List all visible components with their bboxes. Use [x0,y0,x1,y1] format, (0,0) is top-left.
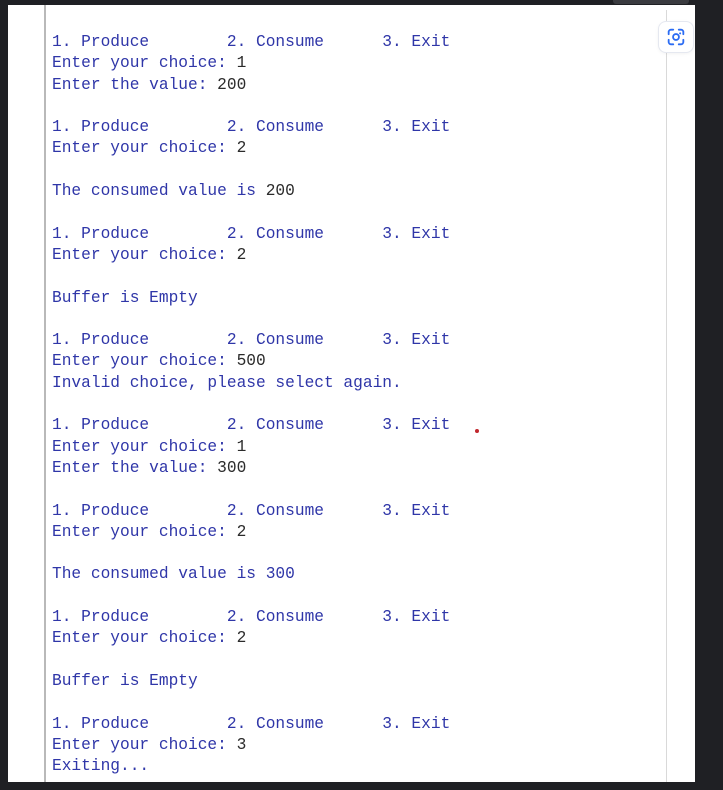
terminal-line: 1. Produce 2. Consume 3. Exit [52,607,450,628]
terminal-line: 1. Produce 2. Consume 3. Exit [52,501,450,522]
terminal-text: Invalid choice, please select again. [52,373,402,392]
terminal-prompt: The consumed value is [52,182,266,201]
terminal-prompt: Enter the value: [52,458,218,477]
terminal-text: 1. Produce 2. Consume 3. Exit [52,224,451,243]
terminal-input-value: 2 [236,139,247,158]
annotation-dot [475,429,479,433]
terminal-input-value: 2 [236,629,247,648]
terminal-line: Enter your choice: 2 [52,628,450,649]
lens-scan-icon [665,26,687,48]
terminal-text: 1. Produce 2. Consume 3. Exit [52,608,451,627]
terminal-line: 1. Produce 2. Consume 3. Exit [52,714,450,735]
terminal-line: Invalid choice, please select again. [52,373,450,394]
terminal-text: 1. Produce 2. Consume 3. Exit [52,501,451,520]
terminal-prompt: Enter the value: [52,75,218,94]
terminal-text: Exiting... [52,757,150,776]
terminal-line: Enter your choice: 500 [52,351,450,372]
terminal-prompt: Enter your choice: [52,54,237,73]
left-gutter-line [44,5,46,782]
terminal-text: 1. Produce 2. Consume 3. Exit [52,714,451,733]
terminal-text: The consumed value is 300 [52,565,295,584]
lens-scan-button[interactable] [659,22,693,52]
terminal-line: 1. Produce 2. Consume 3. Exit [52,117,450,138]
terminal-input-value: 2 [236,245,247,264]
terminal-input-value: 1 [236,54,247,73]
screenshot-frame: 1. Produce 2. Consume 3. Exit Enter your … [0,0,723,790]
terminal-input-value: 2 [236,522,247,541]
terminal-output: 1. Produce 2. Consume 3. Exit Enter your … [52,32,450,777]
terminal-input-value: 200 [265,182,295,201]
terminal-line: Enter the value: 200 [52,75,450,96]
terminal-prompt: Enter your choice: [52,139,237,158]
terminal-input-value: 500 [236,352,266,371]
terminal-prompt: Enter your choice: [52,629,237,648]
terminal-prompt: Enter your choice: [52,522,237,541]
terminal-line: 1. Produce 2. Consume 3. Exit [52,330,450,351]
bottom-dark-band [0,782,723,790]
terminal-input-value: 3 [236,735,247,754]
terminal-line: The consumed value is 200 [52,181,450,202]
terminal-line: Buffer is Empty [52,671,450,692]
terminal-prompt: Enter your choice: [52,352,237,371]
terminal-line: Enter your choice: 2 [52,522,450,543]
console-output-page: 1. Produce 2. Consume 3. Exit Enter your … [8,5,695,782]
terminal-line: Buffer is Empty [52,288,450,309]
terminal-line: Enter your choice: 1 [52,437,450,458]
terminal-text: 1. Produce 2. Consume 3. Exit [52,331,451,350]
terminal-line: 1. Produce 2. Consume 3. Exit [52,32,450,53]
terminal-line: Enter your choice: 1 [52,53,450,74]
terminal-line: 1. Produce 2. Consume 3. Exit [52,415,450,436]
terminal-line: Enter the value: 300 [52,458,450,479]
terminal-line: The consumed value is 300 [52,564,450,585]
terminal-line: Enter your choice: 3 [52,735,450,756]
terminal-line: 1. Produce 2. Consume 3. Exit [52,224,450,245]
terminal-input-value: 1 [236,437,247,456]
terminal-text: Buffer is Empty [52,671,198,690]
terminal-text: 1. Produce 2. Consume 3. Exit [52,416,451,435]
terminal-text: 1. Produce 2. Consume 3. Exit [52,33,451,51]
terminal-prompt: Enter your choice: [52,437,237,456]
page-right-edge [666,10,667,782]
terminal-prompt: Enter your choice: [52,735,237,754]
top-right-tab-hint [613,0,689,4]
terminal-input-value: 300 [217,458,247,477]
terminal-input-value: 200 [217,75,247,94]
terminal-prompt: Enter your choice: [52,245,237,264]
terminal-text: 1. Produce 2. Consume 3. Exit [52,118,451,137]
terminal-line: Enter your choice: 2 [52,138,450,159]
terminal-line: Exiting... [52,756,450,777]
terminal-line: Enter your choice: 2 [52,245,450,266]
terminal-text: Buffer is Empty [52,288,198,307]
